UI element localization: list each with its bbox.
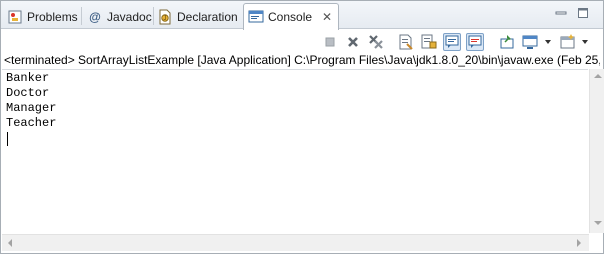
output-line: Manager — [6, 101, 57, 115]
text-caret — [7, 132, 8, 146]
show-on-stdout-icon[interactable] — [443, 33, 461, 51]
javadoc-icon: @ — [89, 10, 101, 24]
output-line: Doctor — [6, 86, 50, 100]
console-view: Problems @ Javadoc J Declaration Console… — [0, 0, 604, 254]
output-line: Teacher — [6, 116, 57, 130]
minimize-icon[interactable] — [555, 7, 567, 19]
tab-separator — [153, 7, 154, 25]
remove-all-terminated-icon[interactable] — [367, 33, 385, 51]
scroll-right-icon[interactable] — [577, 239, 581, 247]
output-line: Banker — [6, 71, 50, 85]
display-selected-console-icon[interactable] — [521, 33, 539, 51]
open-console-icon[interactable] — [559, 33, 577, 51]
console-output-area[interactable]: Banker Doctor Manager Teacher — [2, 69, 588, 233]
scroll-left-icon[interactable] — [8, 239, 12, 247]
tab-declaration[interactable]: J Declaration — [157, 5, 238, 29]
clear-console-icon[interactable] — [397, 33, 415, 51]
tab-label: Javadoc — [107, 10, 152, 24]
tab-separator — [81, 7, 82, 25]
console-output: Banker Doctor Manager Teacher — [6, 71, 56, 131]
tab-problems[interactable]: Problems — [7, 5, 78, 29]
tab-console[interactable]: Console ✕ — [243, 3, 340, 30]
tab-label: Problems — [27, 10, 78, 24]
chevron-down-icon[interactable] — [545, 40, 551, 44]
svg-text:J: J — [163, 16, 166, 22]
tab-label: Declaration — [177, 10, 238, 24]
problems-icon — [7, 9, 23, 25]
terminate-icon[interactable] — [321, 33, 339, 51]
vertical-scrollbar[interactable] — [589, 69, 604, 233]
tab-label: Console — [268, 10, 313, 24]
remove-launch-icon[interactable] — [344, 33, 362, 51]
scroll-lock-icon[interactable] — [420, 33, 438, 51]
console-icon — [248, 9, 264, 25]
scroll-down-icon[interactable] — [594, 221, 602, 225]
tab-javadoc[interactable]: @ Javadoc — [87, 5, 152, 29]
process-description: <terminated> SortArrayListExample [Java … — [4, 53, 600, 67]
maximize-icon[interactable] — [577, 7, 589, 19]
show-on-stderr-icon[interactable] — [466, 33, 484, 51]
console-toolbar — [1, 30, 603, 52]
declaration-icon: J — [157, 9, 173, 25]
view-tab-bar: Problems @ Javadoc J Declaration Console… — [1, 1, 603, 30]
close-icon[interactable]: ✕ — [322, 10, 332, 24]
scroll-up-icon[interactable] — [594, 74, 602, 78]
horizontal-scrollbar[interactable] — [2, 234, 589, 251]
chevron-down-icon[interactable] — [582, 40, 588, 44]
pin-console-icon[interactable] — [498, 33, 516, 51]
